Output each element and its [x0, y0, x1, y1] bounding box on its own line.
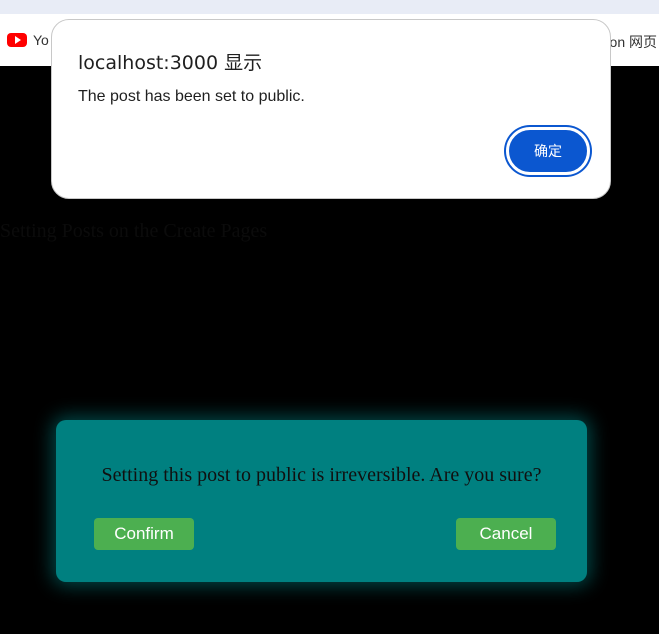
bookmark-youtube[interactable]: Yo [7, 32, 49, 48]
alert-ok-button[interactable]: 确定 [506, 127, 590, 175]
background-heading: Setting Posts on the Create Pages [0, 220, 268, 242]
confirm-button[interactable]: Confirm [94, 518, 194, 550]
confirm-public-modal: Setting this post to public is irreversi… [56, 420, 587, 582]
cancel-button[interactable]: Cancel [456, 518, 556, 550]
alert-title: localhost:3000 显示 [78, 52, 263, 74]
alert-message: The post has been set to public. [78, 88, 305, 105]
browser-alert-dialog: localhost:3000 显示 The post has been set … [51, 19, 611, 199]
youtube-icon [7, 33, 27, 47]
bookmark-youtube-label: Yo [33, 32, 49, 48]
browser-tab-strip [0, 0, 659, 14]
modal-message: Setting this post to public is irreversi… [101, 464, 542, 486]
page: Yo non 网页 Setting Posts on the Create Pa… [0, 0, 659, 634]
